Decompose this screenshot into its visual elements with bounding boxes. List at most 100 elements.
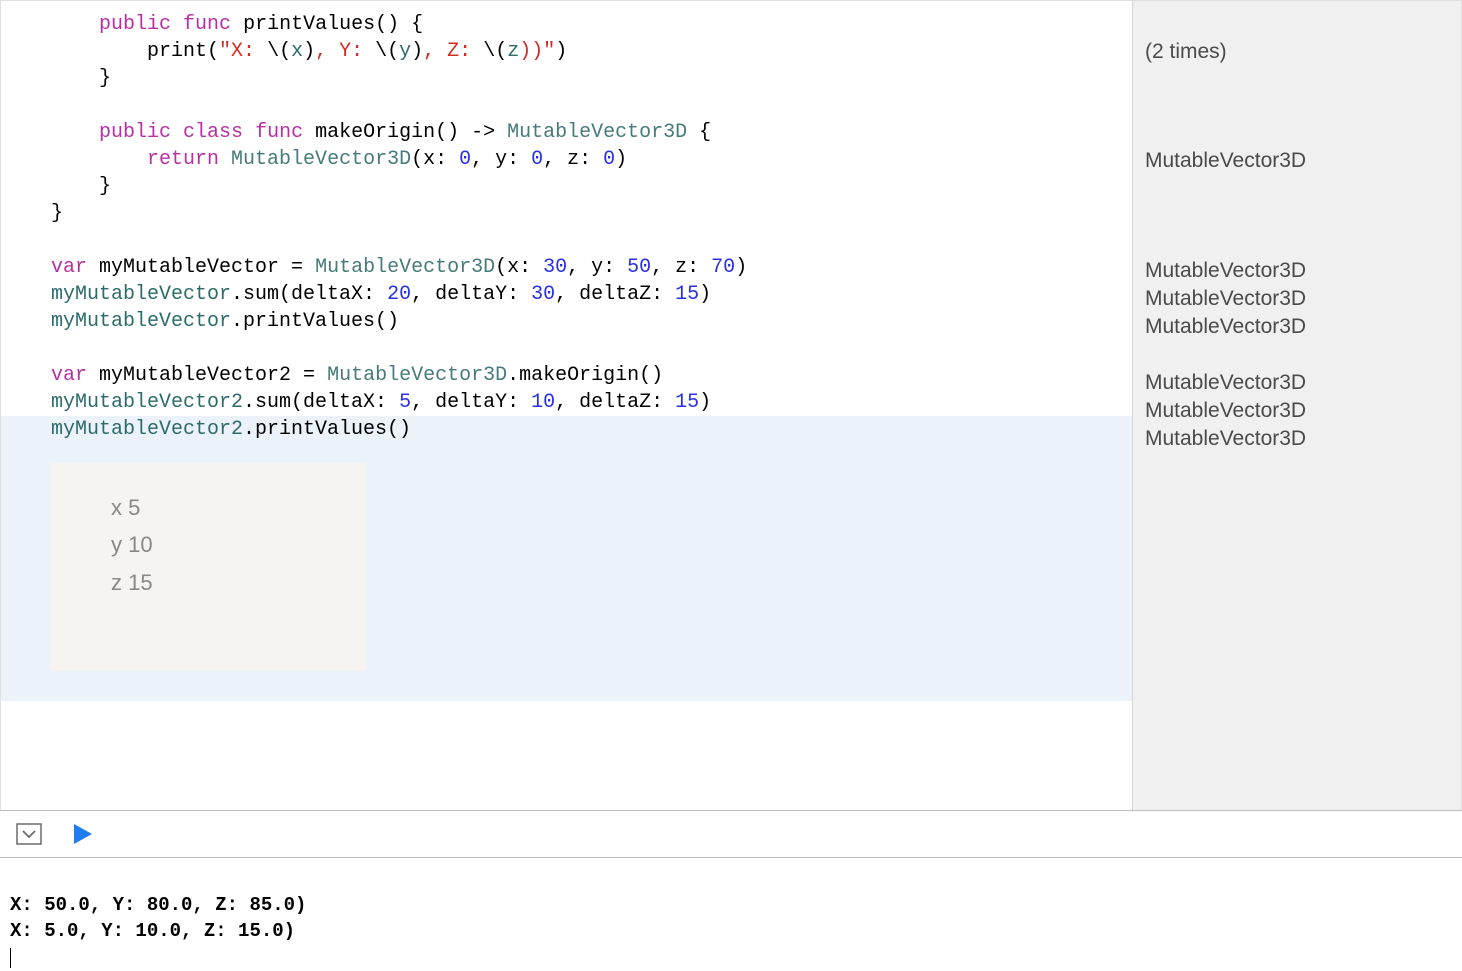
code-text: , deltaZ: bbox=[555, 391, 675, 414]
inline-result-row: x 5 bbox=[111, 489, 306, 526]
number: 5 bbox=[399, 391, 411, 414]
toggle-console-button[interactable] bbox=[16, 823, 42, 845]
keyword: public bbox=[99, 13, 171, 36]
result-row[interactable] bbox=[1145, 93, 1449, 120]
code-line[interactable]: } bbox=[51, 173, 1132, 200]
text-cursor bbox=[10, 948, 11, 968]
result-row[interactable]: MutableVector3D bbox=[1145, 147, 1449, 175]
code-text: (x: bbox=[495, 256, 543, 279]
code-line[interactable]: var myMutableVector = MutableVector3D(x:… bbox=[51, 254, 1132, 281]
result-row[interactable] bbox=[1145, 66, 1449, 93]
code-text: myMutableVector2 = bbox=[87, 364, 327, 387]
number: 0 bbox=[603, 148, 615, 171]
number: 30 bbox=[531, 283, 555, 306]
result-row[interactable]: (2 times) bbox=[1145, 38, 1449, 66]
number: 30 bbox=[543, 256, 567, 279]
code-line[interactable]: } bbox=[51, 200, 1132, 227]
string-escape: \( bbox=[483, 40, 507, 63]
chevron-down-box-icon bbox=[16, 823, 42, 845]
number: 0 bbox=[459, 148, 471, 171]
results-sidebar[interactable]: (2 times) MutableVector3D MutableVector3… bbox=[1132, 0, 1462, 810]
code-text: makeOrigin() -> bbox=[303, 121, 507, 144]
identifier: myMutableVector2 bbox=[51, 391, 243, 414]
result-row[interactable] bbox=[1145, 203, 1449, 230]
result-row[interactable]: MutableVector3D bbox=[1145, 313, 1449, 341]
result-row[interactable] bbox=[1145, 11, 1449, 38]
code-line[interactable]: var myMutableVector2 = MutableVector3D.m… bbox=[51, 362, 1132, 389]
code-line[interactable]: myMutableVector2.sum(deltaX: 5, deltaY: … bbox=[51, 389, 1132, 416]
result-row[interactable]: MutableVector3D bbox=[1145, 369, 1449, 397]
number: 0 bbox=[531, 148, 543, 171]
play-icon bbox=[72, 822, 94, 846]
code-line[interactable]: print("X: \(x), Y: \(y), Z: \(z))") bbox=[51, 38, 1132, 65]
inline-result-panel[interactable]: x 5 y 10 z 15 bbox=[51, 463, 366, 671]
keyword: return bbox=[147, 148, 219, 171]
console-line: X: 5.0, Y: 10.0, Z: 15.0) bbox=[10, 920, 295, 942]
result-row[interactable]: MutableVector3D bbox=[1145, 257, 1449, 285]
code-text: , y: bbox=[471, 148, 531, 171]
code-line[interactable]: public func printValues() { bbox=[51, 11, 1132, 38]
code-line[interactable] bbox=[51, 92, 1132, 119]
code-line[interactable]: myMutableVector.sum(deltaX: 20, deltaY: … bbox=[51, 281, 1132, 308]
result-row[interactable]: MutableVector3D bbox=[1145, 285, 1449, 313]
code-text: , z: bbox=[543, 148, 603, 171]
keyword: var bbox=[51, 256, 87, 279]
code-text: ) bbox=[615, 148, 627, 171]
code-text: , y: bbox=[567, 256, 627, 279]
code-text: ) bbox=[555, 40, 567, 63]
string: ))" bbox=[519, 40, 555, 63]
code-text: myMutableVector = bbox=[87, 256, 315, 279]
keyword: func bbox=[255, 121, 303, 144]
code-line[interactable]: myMutableVector2.printValues() bbox=[51, 416, 1132, 443]
type-name: MutableVector3D bbox=[507, 121, 687, 144]
string-escape: \( bbox=[267, 40, 291, 63]
code-line[interactable]: } bbox=[51, 65, 1132, 92]
code-text: ) bbox=[699, 283, 711, 306]
code-text: ) bbox=[735, 256, 747, 279]
result-row[interactable]: MutableVector3D bbox=[1145, 425, 1449, 453]
playground-editor: public func printValues() { print("X: \(… bbox=[0, 0, 1462, 810]
number: 50 bbox=[627, 256, 651, 279]
inline-result-row: z 15 bbox=[111, 564, 306, 601]
string: "X: bbox=[219, 40, 267, 63]
number: 70 bbox=[711, 256, 735, 279]
code-line[interactable]: public class func makeOrigin() -> Mutabl… bbox=[51, 119, 1132, 146]
code-text: { bbox=[687, 121, 711, 144]
inline-result-row: y 10 bbox=[111, 526, 306, 563]
result-row[interactable] bbox=[1145, 342, 1449, 369]
keyword: class bbox=[183, 121, 243, 144]
code-line[interactable] bbox=[51, 335, 1132, 362]
string: , Y: bbox=[315, 40, 375, 63]
code-text: , deltaZ: bbox=[555, 283, 675, 306]
code-text: .printValues() bbox=[243, 418, 411, 441]
number: 10 bbox=[531, 391, 555, 414]
code-editor[interactable]: public func printValues() { print("X: \(… bbox=[0, 0, 1132, 810]
code-text: printValues() { bbox=[231, 13, 423, 36]
code-text: , z: bbox=[651, 256, 711, 279]
code-text: ) bbox=[699, 391, 711, 414]
console-output[interactable]: X: 50.0, Y: 80.0, Z: 85.0) X: 5.0, Y: 10… bbox=[0, 858, 1462, 938]
code-text: .makeOrigin() bbox=[507, 364, 663, 387]
identifier: myMutableVector bbox=[51, 283, 231, 306]
code-text: .sum(deltaX: bbox=[243, 391, 399, 414]
number: 20 bbox=[387, 283, 411, 306]
result-row[interactable] bbox=[1145, 120, 1449, 147]
result-row[interactable]: MutableVector3D bbox=[1145, 397, 1449, 425]
number: 15 bbox=[675, 283, 699, 306]
console-line: X: 50.0, Y: 80.0, Z: 85.0) bbox=[10, 894, 306, 916]
string: , Z: bbox=[423, 40, 483, 63]
code-line[interactable]: return MutableVector3D(x: 0, y: 0, z: 0) bbox=[51, 146, 1132, 173]
type-name: MutableVector3D bbox=[231, 148, 411, 171]
code-text: .printValues() bbox=[231, 310, 399, 333]
code-text: , deltaY: bbox=[411, 391, 531, 414]
identifier: y bbox=[399, 40, 411, 63]
string-escape: ) bbox=[303, 40, 315, 63]
run-button[interactable] bbox=[72, 822, 94, 846]
code-line[interactable] bbox=[51, 227, 1132, 254]
result-row[interactable] bbox=[1145, 230, 1449, 257]
result-row[interactable] bbox=[1145, 176, 1449, 203]
keyword: public bbox=[99, 121, 171, 144]
identifier: x bbox=[291, 40, 303, 63]
type-name: MutableVector3D bbox=[315, 256, 495, 279]
code-line[interactable]: myMutableVector.printValues() bbox=[51, 308, 1132, 335]
